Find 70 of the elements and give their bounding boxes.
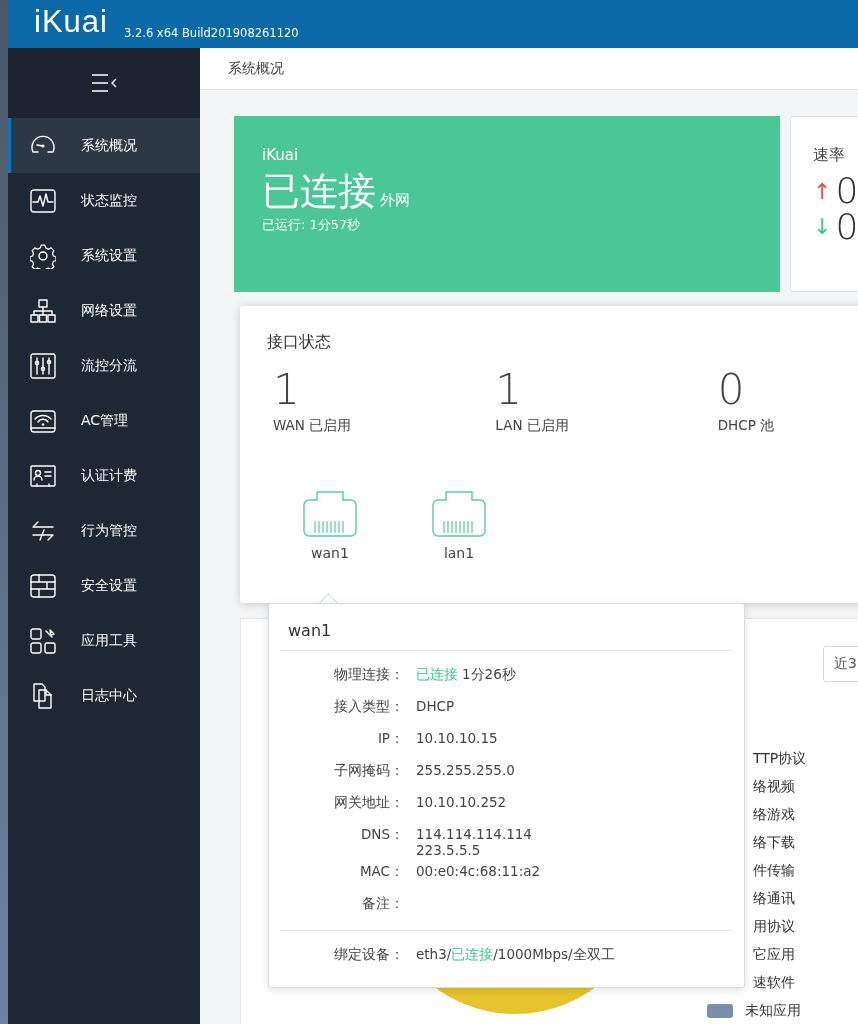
network-label: 外网 <box>380 191 410 210</box>
detail-value: DHCP <box>415 697 455 714</box>
legend-label: 络视频 <box>753 778 795 796</box>
detail-label: DNS： <box>359 825 404 844</box>
breadcrumb: 系统概况 <box>228 59 284 78</box>
app-grid-icon <box>30 627 56 654</box>
sidebar-item[interactable]: 网络设置 <box>8 283 200 338</box>
legend-label: TTP协议 <box>753 750 807 768</box>
ethernet-port-icon <box>303 491 357 537</box>
sidebar-item[interactable]: 系统概况 <box>8 118 200 173</box>
legend-label: 络游戏 <box>753 806 795 824</box>
detail-value: 10.10.10.15 <box>415 729 498 746</box>
legend-label: 用协议 <box>753 918 795 936</box>
sidebar-item[interactable]: 日志中心 <box>8 668 200 723</box>
legend-label: 它应用 <box>753 946 795 964</box>
uptime-text: 已运行: 1分57秒 <box>262 216 362 234</box>
version-text: 3.2.6 x64 Build201908261120 <box>123 26 299 40</box>
detail-label: 子网掩码： <box>333 761 404 780</box>
detail-value: eth3/已连接/1000Mbps/全双工 <box>415 945 615 964</box>
ethernet-port-icon <box>432 491 486 537</box>
connection-status: 已连接 <box>262 168 376 214</box>
logo: iKuai <box>34 3 108 41</box>
sidebar-item[interactable]: 状态监控 <box>8 173 200 228</box>
brick-wall-icon <box>30 572 56 599</box>
sidebar-item[interactable]: 应用工具 <box>8 613 200 668</box>
stat-label: WAN 已启用 <box>273 417 353 435</box>
menu-collapse-icon[interactable] <box>90 74 118 92</box>
sidebar-item[interactable]: 流控分流 <box>8 338 200 393</box>
sidebar-item[interactable]: 认证计费 <box>8 448 200 503</box>
detail-label: 网关地址： <box>333 793 404 812</box>
network-tree-icon <box>30 297 56 324</box>
sidebar-item[interactable]: AC管理 <box>8 393 200 448</box>
sidebar-item[interactable]: 系统设置 <box>8 228 200 283</box>
interface-port[interactable]: wan1 <box>303 491 357 561</box>
legend-label: 件传输 <box>753 862 795 880</box>
detail-label: 接入类型： <box>333 697 404 716</box>
sidebar-item[interactable]: 行为管控 <box>8 503 200 558</box>
legend-label: 络下载 <box>753 834 795 852</box>
detail-value: 114.114.114.114 223.5.5.5 <box>415 825 532 858</box>
sliders-icon <box>30 352 56 379</box>
card-title: 速率 <box>813 145 846 166</box>
detail-label: MAC： <box>358 862 404 881</box>
detail-value: 已连接 1分26秒 <box>415 665 516 684</box>
wifi-panel-icon <box>30 407 56 434</box>
stat-value: 0 <box>717 365 746 415</box>
stat-label: DHCP 池 <box>717 417 776 435</box>
download-arrow: ↓ <box>813 213 832 239</box>
detail-label: IP： <box>376 729 404 748</box>
interface-port[interactable]: lan1 <box>432 491 486 561</box>
legend-label: 速软件 <box>753 974 795 992</box>
tooltip-title: wan1 <box>281 604 732 651</box>
time-range-dropdown[interactable]: 近3 <box>823 646 858 682</box>
stat-value: 1 <box>273 365 301 415</box>
card-title: iKuai <box>262 146 300 164</box>
stat-value: 1 <box>495 365 524 415</box>
card-title: 接口状态 <box>267 332 332 353</box>
legend-label: 未知应用 <box>745 1002 801 1020</box>
detail-value: 255.255.255.0 <box>415 761 515 778</box>
stat-label: LAN 已启用 <box>495 417 570 435</box>
detail-label: 绑定设备： <box>333 945 404 964</box>
sidebar-item[interactable]: 安全设置 <box>8 558 200 613</box>
detail-label: 物理连接： <box>333 665 404 684</box>
legend-label: 络通讯 <box>753 890 795 908</box>
settings-icon <box>30 242 56 269</box>
detail-label: 备注： <box>361 894 404 913</box>
upload-arrow: ↑ <box>813 178 832 204</box>
id-card-icon <box>30 462 56 489</box>
detail-value: 10.10.10.252 <box>415 793 507 810</box>
pulse-monitor-icon <box>30 187 56 214</box>
detail-value: 00:e0:4c:68:11:a2 <box>415 862 541 879</box>
